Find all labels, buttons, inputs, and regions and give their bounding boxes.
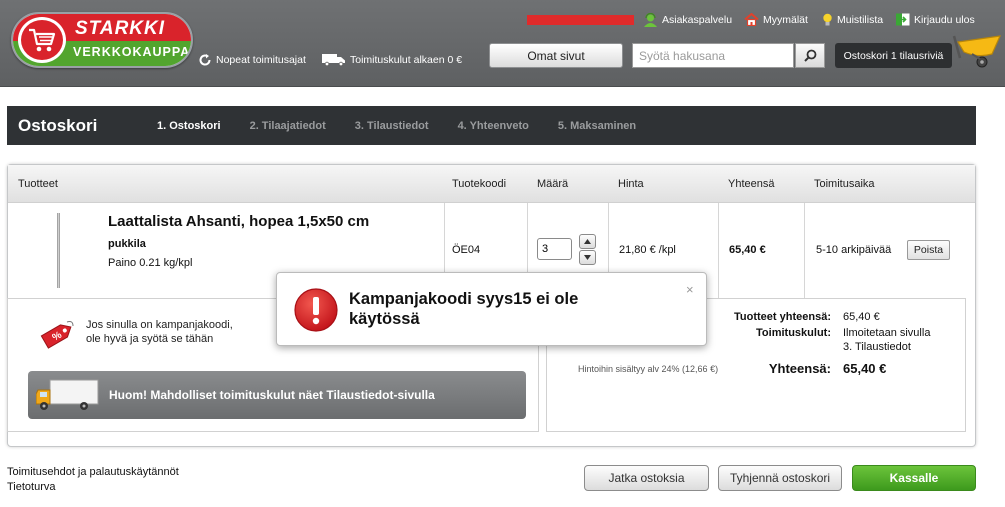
truck-icon <box>322 54 345 66</box>
cart-button[interactable]: Ostoskori 1 tilausriviä <box>835 43 952 68</box>
close-icon[interactable]: × <box>686 282 694 297</box>
toplink-kirjaudu-ulos[interactable]: Kirjaudu ulos <box>896 13 975 26</box>
toplink-label: Kirjaudu ulos <box>914 13 975 26</box>
quantity-increase-button[interactable] <box>579 234 596 249</box>
step-maksaminen: 5. Maksaminen <box>557 119 637 132</box>
step-yhteenveto: 4. Yhteenveto <box>457 119 529 132</box>
step-tilaustiedot: 3. Tilaustiedot <box>354 119 429 132</box>
column-header-hinta: Hinta <box>618 178 644 190</box>
announcement-bar <box>527 15 634 25</box>
checkout-button[interactable]: Kassalle <box>852 465 976 491</box>
product-code: ÖE04 <box>452 244 481 256</box>
feature-shipping-cost: Toimituskulut alkaen 0 € <box>322 53 462 66</box>
home-icon <box>744 13 759 26</box>
step-tilaajatiedot: 2. Tilaajatiedot <box>249 119 326 132</box>
product-name[interactable]: Laattalista Ahsanti, hopea 1,5x50 cm <box>108 213 369 230</box>
bulb-icon <box>823 13 832 26</box>
discount-tag-icon[interactable]: % <box>37 318 77 355</box>
grand-total-label: Yhteensä: <box>768 361 831 376</box>
shipping-notice: Huom! Mahdolliset toimituskulut näet Til… <box>28 371 526 419</box>
site-header: STARKKI VERKKOKAUPPA Nopeat toimitusajat… <box>0 0 1005 87</box>
error-icon <box>293 287 339 336</box>
product-weight: Paino 0.21 kg/kpl <box>108 257 193 269</box>
column-header-maara: Määrä <box>537 178 569 190</box>
shipping-value-line2: 3. Tilaustiedot <box>843 341 911 353</box>
product-image[interactable] <box>57 213 60 288</box>
column-header-yhteensa: Yhteensä <box>728 178 775 190</box>
table-header: Tuotteet Tuotekoodi Määrä Hinta Yhteensä… <box>8 165 975 203</box>
customer-service-icon <box>644 13 657 27</box>
feature-fast-delivery: Nopeat toimitusajat <box>198 53 306 67</box>
shipping-notice-text: Huom! Mahdolliset toimituskulut näet Til… <box>109 388 435 402</box>
link-tietoturva[interactable]: Tietoturva <box>7 481 56 493</box>
toplink-label: Myymälät <box>763 13 808 26</box>
step-ostoskori[interactable]: 1. Ostoskori <box>157 120 221 132</box>
error-message: Kampanjakoodi syys15 ei ole käytössä <box>349 290 579 328</box>
error-popup: Kampanjakoodi syys15 ei ole käytössä × <box>276 272 707 346</box>
page-title: Ostoskori <box>18 115 98 135</box>
quantity-decrease-button[interactable] <box>579 250 596 265</box>
grand-total-value: 65,40 € <box>843 361 887 376</box>
delivery-time: 5-10 arkipäivää <box>816 244 892 256</box>
refresh-icon <box>199 54 211 66</box>
products-total-value: 65,40 € <box>843 311 880 323</box>
logo-text-store: VERKKOKAUPPA <box>73 45 191 59</box>
products-total-label: Tuotteet yhteensä: <box>734 311 831 323</box>
unit-price: 21,80 € /kpl <box>619 244 676 256</box>
toplink-asiakaspalvelu[interactable]: Asiakaspalvelu <box>643 13 732 27</box>
wheelbarrow-icon[interactable] <box>944 28 1004 75</box>
feature-label: Nopeat toimitusajat <box>216 54 306 66</box>
row-total: 65,40 € <box>729 244 766 256</box>
omat-sivut-button[interactable]: Omat sivut <box>489 43 623 68</box>
continue-shopping-button[interactable]: Jatka ostoksia <box>584 465 709 491</box>
column-header-tuotekoodi: Tuotekoodi <box>452 178 507 190</box>
link-toimitusehdot[interactable]: Toimitusehdot ja palautuskäytännöt <box>7 466 179 478</box>
toplink-label: Muistilista <box>837 14 884 26</box>
shipping-value-line1: Ilmoitetaan sivulla <box>843 327 931 339</box>
shopping-cart-logo-icon <box>18 17 66 63</box>
checkout-steps: Ostoskori 1. Ostoskori 2. Tilaajatiedot … <box>7 106 976 145</box>
remove-button[interactable]: Poista <box>907 240 950 260</box>
toplink-myymalat[interactable]: Myymälät <box>744 13 808 26</box>
delivery-truck-icon <box>36 379 99 410</box>
shipping-label: Toimituskulut: <box>756 327 831 339</box>
campaign-code-prompt[interactable]: Jos sinulla on kampanjakoodi, ole hyvä j… <box>86 318 233 346</box>
column-header-toimitusaika: Toimitusaika <box>814 178 875 190</box>
search-button[interactable] <box>795 43 825 68</box>
toplink-muistilista[interactable]: Muistilista <box>822 13 883 27</box>
column-header-tuotteet: Tuotteet <box>18 178 58 190</box>
toplink-label: Asiakaspalvelu <box>662 14 733 26</box>
starkki-logo[interactable]: STARKKI VERKKOKAUPPA <box>11 12 193 68</box>
empty-cart-button[interactable]: Tyhjennä ostoskori <box>718 465 842 491</box>
quantity-input[interactable] <box>537 238 572 260</box>
search-icon <box>803 49 816 62</box>
vat-note: Hintoihin sisältyy alv 24% (12,66 €) <box>578 364 719 374</box>
product-brand: pukkila <box>108 238 146 250</box>
logout-icon <box>896 13 910 26</box>
chevron-up-icon <box>584 239 591 244</box>
chevron-down-icon <box>584 255 591 260</box>
search-input[interactable] <box>632 43 794 68</box>
logo-text-brand: STARKKI <box>75 18 166 39</box>
feature-label: Toimituskulut alkaen 0 € <box>350 53 463 66</box>
